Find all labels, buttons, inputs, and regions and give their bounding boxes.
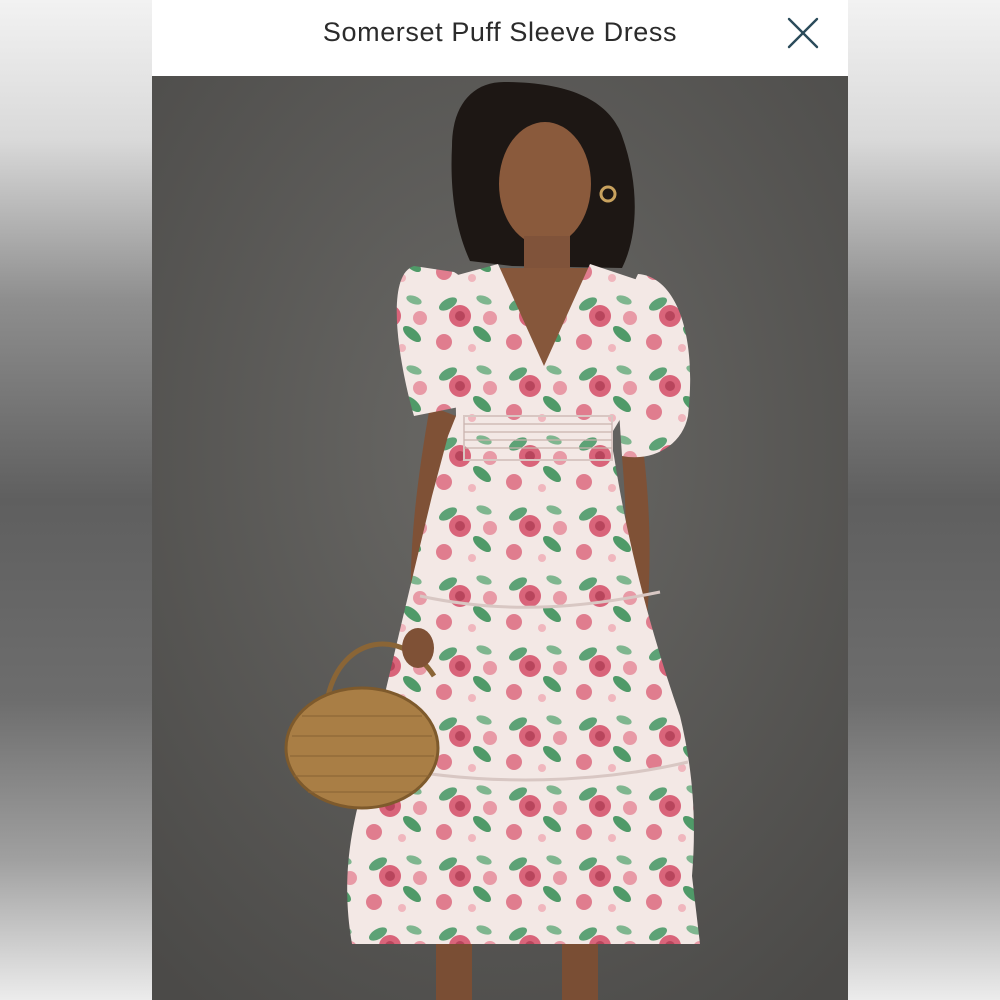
background-blur-left xyxy=(0,0,152,1000)
product-photo xyxy=(152,76,848,1000)
viewer-header: Somerset Puff Sleeve Dress xyxy=(152,0,848,76)
background-blur-right xyxy=(848,0,1000,1000)
close-button[interactable] xyxy=(782,12,824,54)
close-icon xyxy=(787,17,819,49)
product-title: Somerset Puff Sleeve Dress xyxy=(322,16,678,47)
product-image-viewer: Somerset Puff Sleeve Dress xyxy=(152,0,848,1000)
